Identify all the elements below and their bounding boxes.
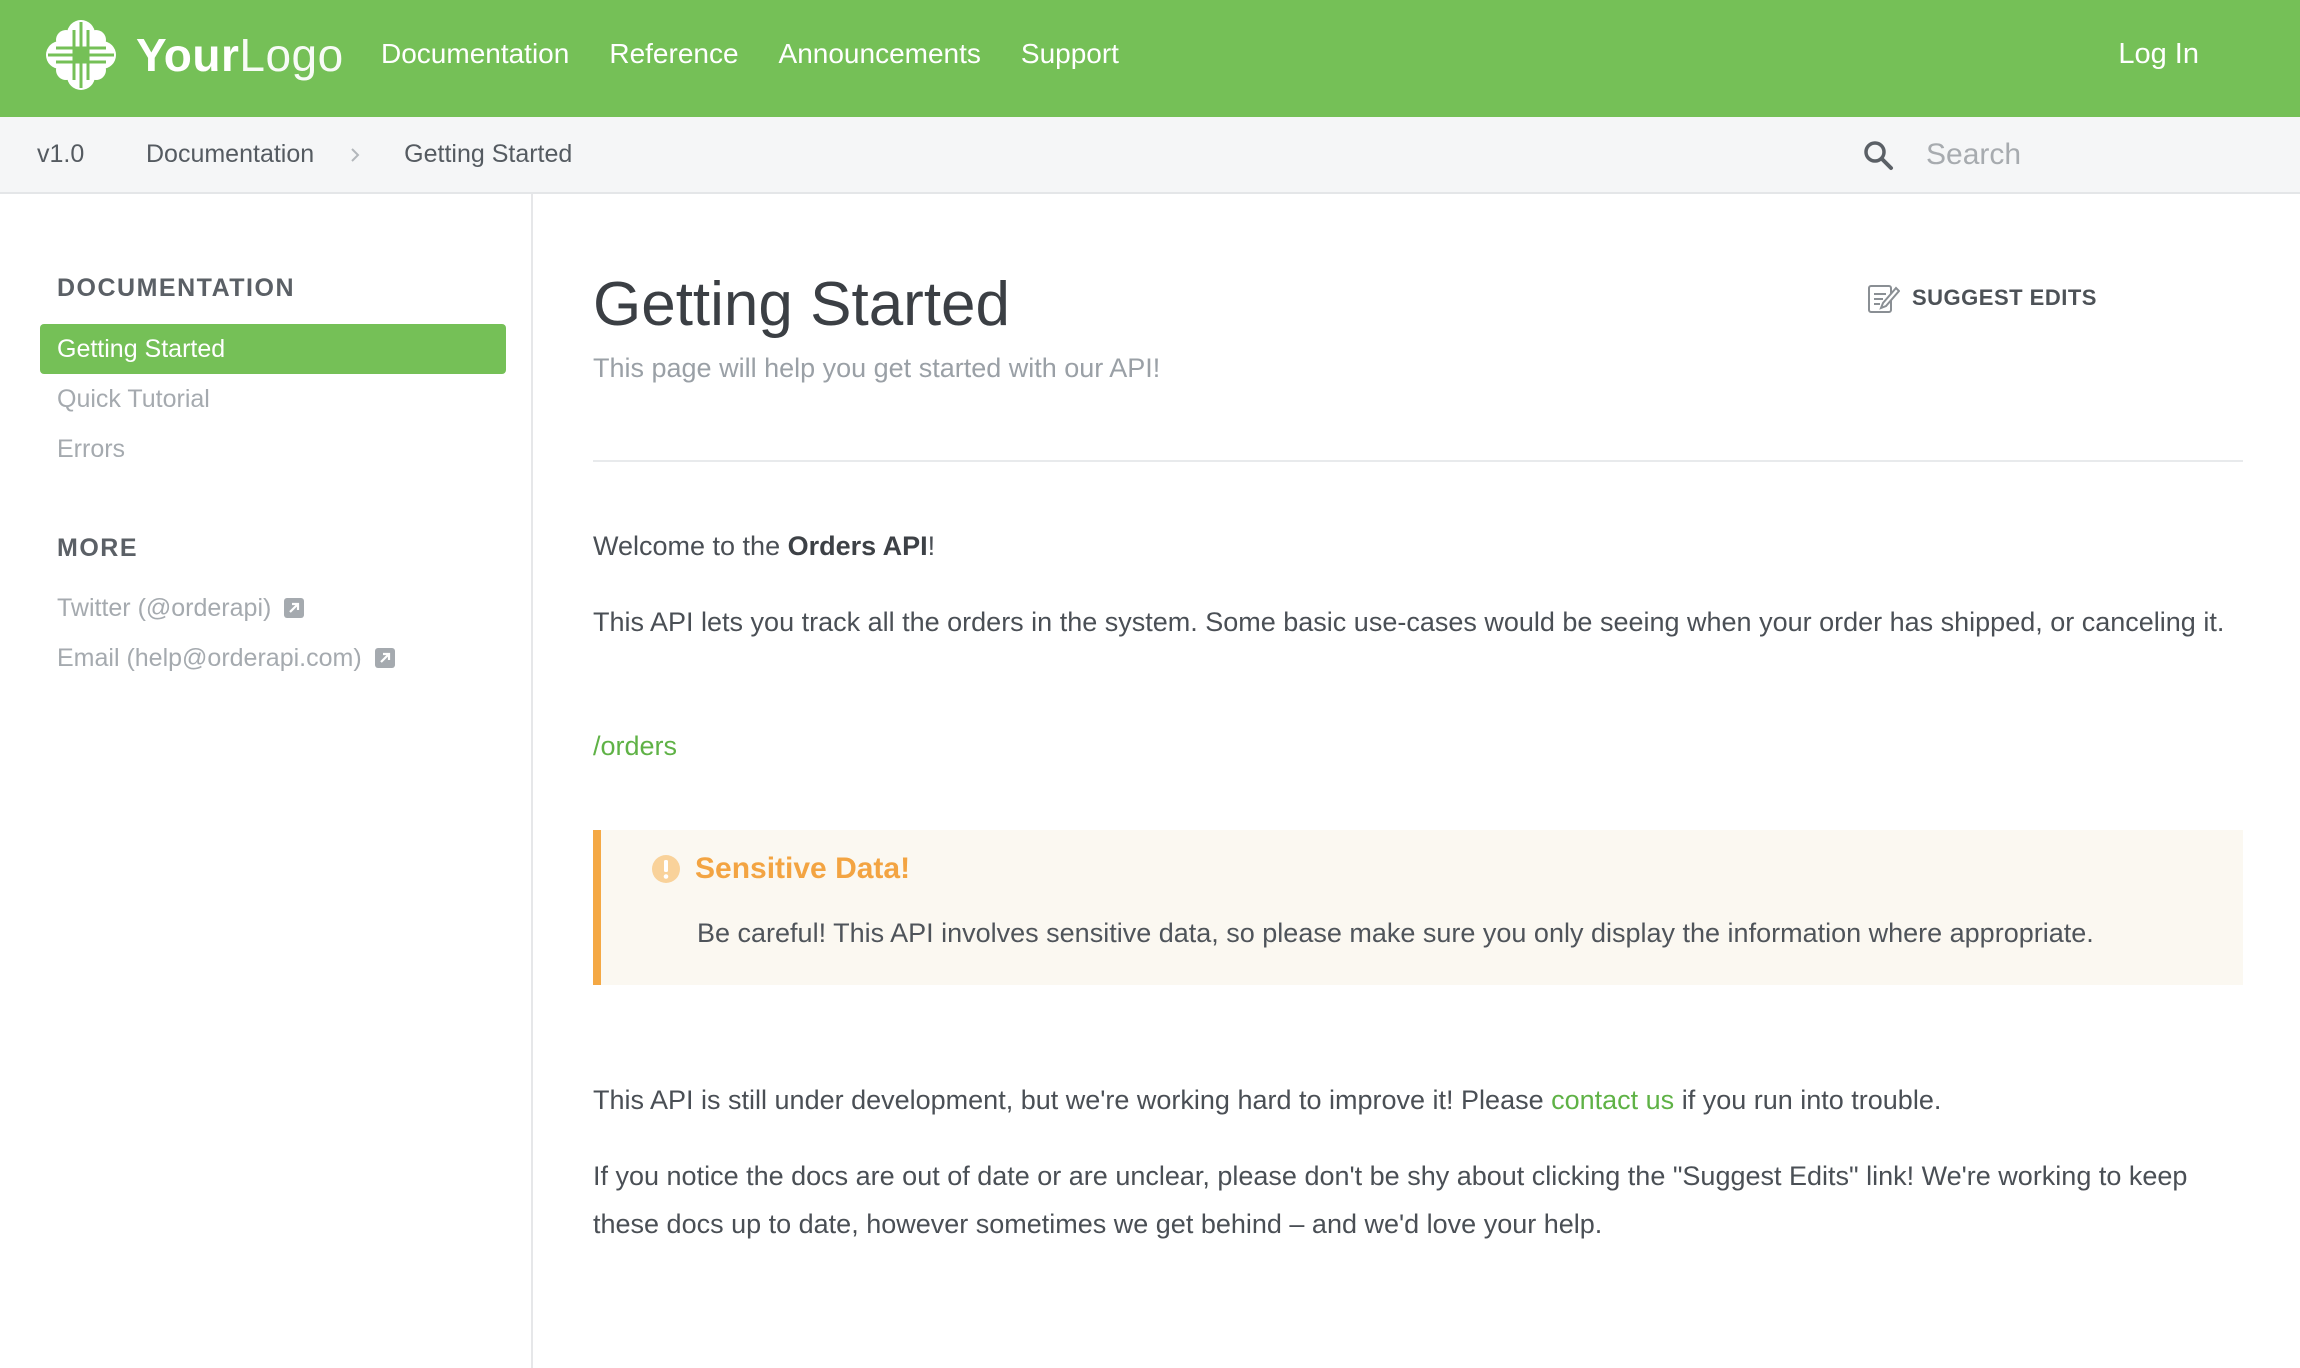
external-link-icon <box>284 598 305 618</box>
sidebar: DOCUMENTATION Getting Started Quick Tuto… <box>0 194 533 1368</box>
breadcrumb-bar: v1.0 Documentation Getting Started <box>0 117 2300 194</box>
sidebar-heading-more: MORE <box>57 534 138 562</box>
sidebar-heading-documentation: DOCUMENTATION <box>57 274 295 302</box>
chevron-right-icon <box>351 147 360 162</box>
logo-text: YourLogo <box>136 32 344 78</box>
sidebar-item-email[interactable]: Email (help@orderapi.com) <box>40 633 506 683</box>
callout-body: Be careful! This API involves sensitive … <box>697 918 2094 948</box>
page-subtitle: This page will help you get started with… <box>593 353 1161 383</box>
orders-paragraph: /orders <box>593 722 2243 770</box>
search-box <box>1862 117 2286 192</box>
logo[interactable]: YourLogo <box>38 12 344 98</box>
sidebar-item-label: Email (help@orderapi.com) <box>57 643 362 672</box>
welcome-api-name: Orders API <box>787 531 928 561</box>
sidebar-item-quick-tutorial[interactable]: Quick Tutorial <box>40 374 506 424</box>
suggest-edits-button[interactable]: SUGGEST EDITS <box>1866 281 2097 315</box>
welcome-paragraph: Welcome to the Orders API! <box>593 522 2243 570</box>
development-text: This API is still under development, but… <box>593 1085 1552 1115</box>
login-link[interactable]: Log In <box>2118 0 2199 108</box>
breadcrumb-documentation[interactable]: Documentation <box>146 140 314 169</box>
suggest-edits-label: SUGGEST EDITS <box>1912 285 2097 310</box>
top-nav: Documentation Reference Announcements Su… <box>381 0 1159 108</box>
nav-announcements[interactable]: Announcements <box>779 38 981 70</box>
edit-icon <box>1868 285 1900 313</box>
sidebar-item-errors[interactable]: Errors <box>40 424 506 474</box>
logo-text-bold: Your <box>136 29 240 81</box>
search-input[interactable] <box>1926 137 2286 172</box>
sidebar-item-twitter[interactable]: Twitter (@orderapi) <box>40 583 506 633</box>
nav-documentation[interactable]: Documentation <box>381 38 569 70</box>
warning-callout: Sensitive Data! Be careful! This API inv… <box>593 830 2243 985</box>
breadcrumb-current: Getting Started <box>404 140 573 168</box>
search-icon <box>1864 140 1893 170</box>
sidebar-item-getting-started[interactable]: Getting Started <box>40 324 506 374</box>
external-link-icon <box>374 648 395 668</box>
development-text-end: if you run into trouble. <box>1674 1085 1942 1115</box>
callout-title-text: Sensitive Data! <box>695 852 911 885</box>
logo-text-light: Logo <box>239 29 344 81</box>
sidebar-item-label: Getting Started <box>57 334 226 363</box>
breadcrumb: Documentation Getting Started <box>146 117 572 192</box>
welcome-punct: ! <box>927 531 936 561</box>
outdated-paragraph: If you notice the docs are out of date o… <box>593 1161 2188 1239</box>
callout-title: Sensitive Data! <box>651 852 910 886</box>
sidebar-item-label: Quick Tutorial <box>57 384 210 413</box>
logo-icon <box>46 20 116 90</box>
page-title: Getting Started <box>593 270 1011 339</box>
nav-support[interactable]: Support <box>1021 38 1119 70</box>
welcome-text: Welcome to the <box>593 531 788 561</box>
top-header: YourLogo Documentation Reference Announc… <box>0 0 2300 117</box>
sidebar-item-label: Errors <box>57 434 126 463</box>
title-divider <box>593 460 2243 462</box>
intro-paragraph: This API lets you track all the orders i… <box>593 607 2225 637</box>
warning-icon <box>652 855 680 883</box>
development-paragraph: This API is still under development, but… <box>593 1076 2243 1124</box>
nav-reference[interactable]: Reference <box>609 38 738 70</box>
orders-link[interactable]: /orders <box>593 731 677 761</box>
sidebar-item-label: Twitter (@orderapi) <box>57 593 272 622</box>
contact-us-link[interactable]: contact us <box>1551 1085 1674 1115</box>
version-selector[interactable]: v1.0 <box>37 117 84 192</box>
